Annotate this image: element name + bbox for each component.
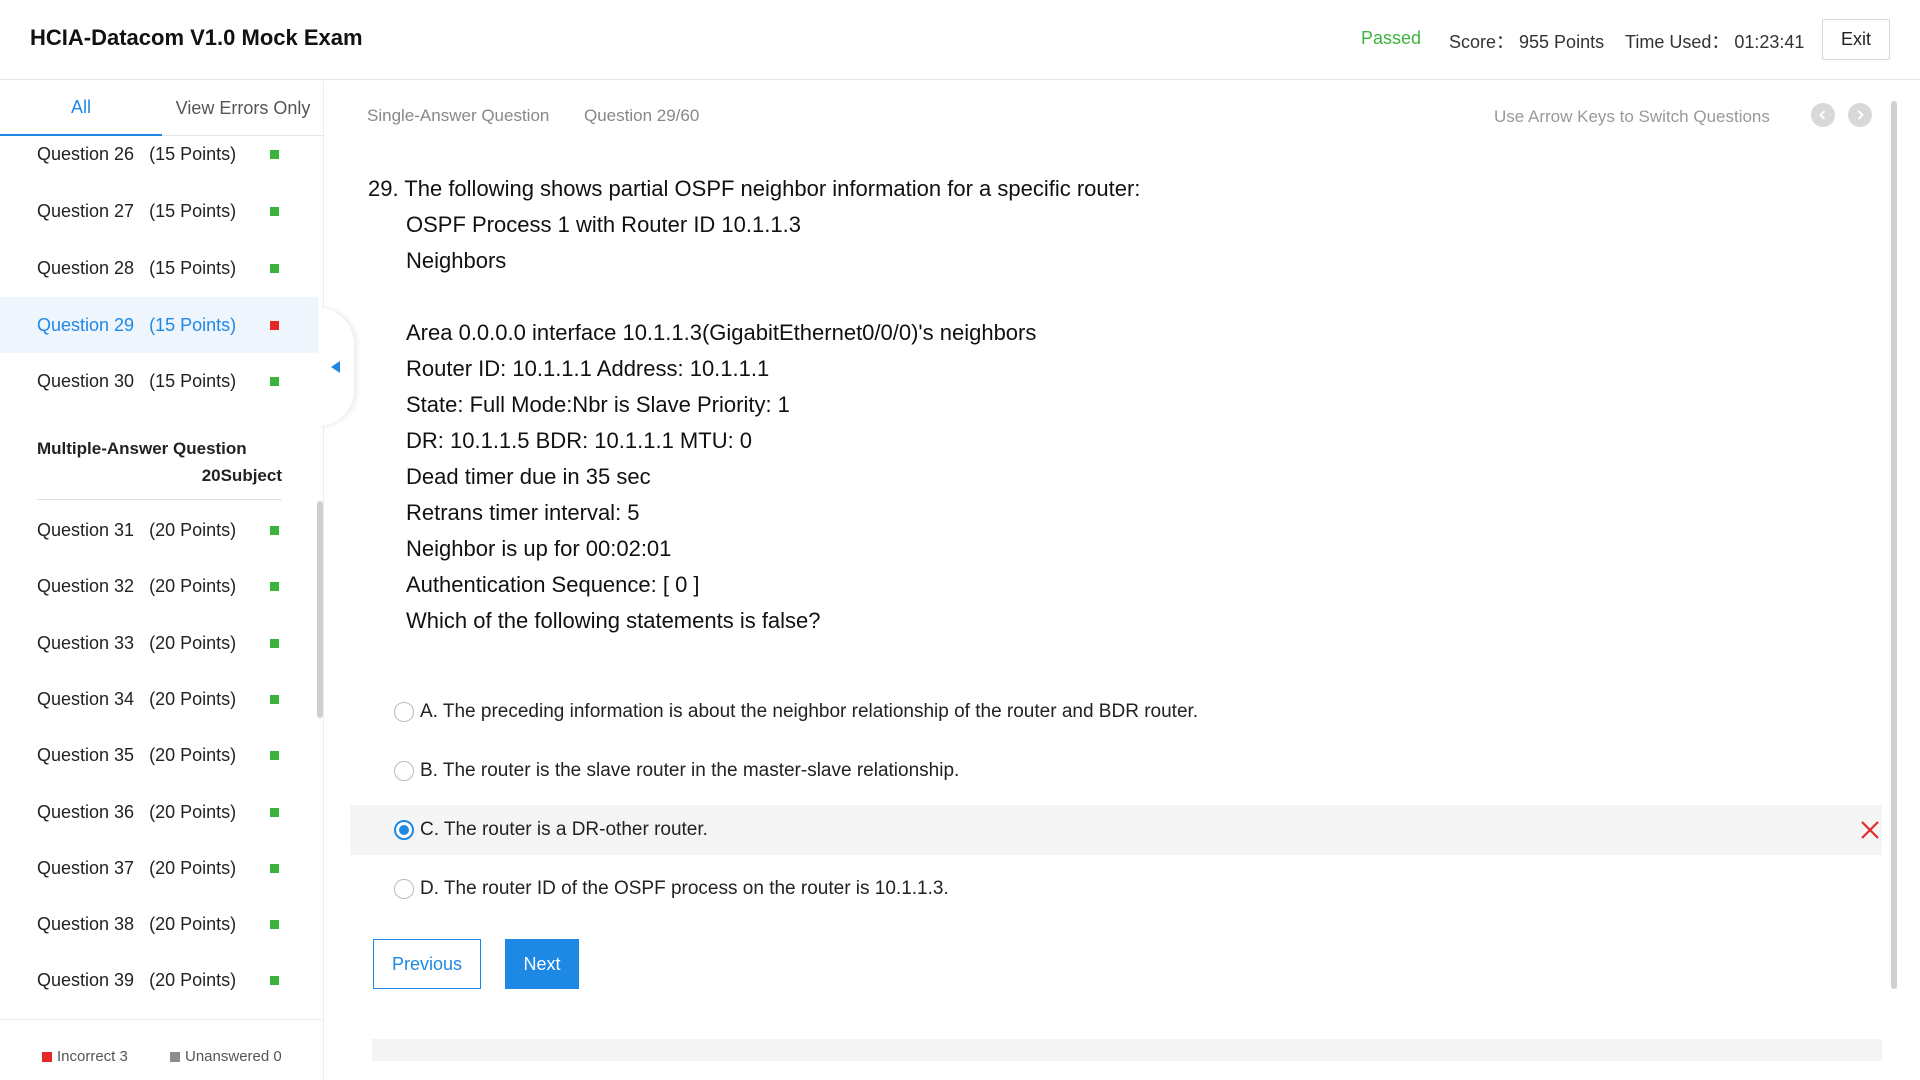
question-item-38[interactable]: Question 38 (20 Points)	[0, 896, 318, 952]
question-item-31[interactable]: Question 31 (20 Points)	[0, 502, 318, 558]
status-marker	[270, 807, 279, 817]
legend-incorrect: Incorrect 3	[42, 1048, 128, 1065]
question-item-35[interactable]: Question 35 (20 Points)	[0, 727, 318, 783]
radio-button[interactable]	[394, 879, 414, 899]
close-icon	[1861, 821, 1879, 839]
status-marker	[270, 750, 279, 760]
radio-button-checked[interactable]	[394, 820, 414, 840]
sidebar-scrollbar[interactable]	[317, 501, 323, 718]
header: HCIA-Datacom V1.0 Mock Exam Passed Score…	[0, 0, 1920, 80]
main-content: Single-Answer Question Question 29/60 Us…	[325, 81, 1920, 1080]
question-line: DR: 10.1.1.5 BDR: 10.1.1.1 MTU: 0	[406, 428, 753, 453]
question-item-label: Question 35 (20 Points)	[37, 744, 237, 765]
question-line: Router ID: 10.1.1.1 Address: 10.1.1.1	[406, 356, 770, 381]
question-item-33[interactable]: Question 33 (20 Points)	[0, 615, 318, 671]
option-text: D. The router ID of the OSPF process on …	[420, 878, 949, 899]
status-marker	[270, 206, 279, 216]
chevron-right-icon	[1857, 110, 1864, 120]
question-item-37[interactable]: Question 37 (20 Points)	[0, 840, 318, 896]
section-divider	[37, 499, 282, 500]
question-line: Area 0.0.0.0 interface 10.1.1.3(GigabitE…	[406, 320, 1037, 345]
question-item-label: Question 33 (20 Points)	[37, 632, 237, 653]
section-subtitle: 20Subject	[201, 466, 282, 485]
question-item-29[interactable]: Question 29 (15 Points)	[0, 297, 318, 353]
question-item-label: Question 28 (15 Points)	[37, 257, 237, 278]
unanswered-square-icon	[170, 1051, 180, 1062]
option-c[interactable]: C. The router is a DR-other router.	[350, 805, 1882, 855]
question-line: Retrans timer interval: 5	[406, 500, 640, 525]
question-item-label: Question 39 (20 Points)	[37, 969, 237, 990]
question-item-27[interactable]: Question 27 (15 Points)	[0, 183, 318, 239]
question-item-label: Question 26 (15 Points)	[37, 143, 237, 164]
question-line: State: Full Mode:Nbr is Slave Priority: …	[406, 392, 790, 417]
exit-button[interactable]: Exit	[1822, 19, 1890, 60]
question-line: Neighbor is up for 00:02:01	[406, 536, 672, 561]
question-prompt: Which of the following statements is fal…	[406, 608, 821, 633]
question-item-label: Question 37 (20 Points)	[37, 857, 237, 878]
app-title: HCIA-Datacom V1.0 Mock Exam	[30, 25, 363, 50]
question-type-label: Single-Answer Question	[367, 106, 550, 125]
score-display: Score： 955 Points	[1449, 32, 1605, 52]
option-text: A. The preceding information is about th…	[420, 701, 1199, 722]
next-question-nav-button[interactable]	[1848, 103, 1872, 127]
status-marker	[270, 320, 279, 330]
question-line: Dead timer due in 35 sec	[406, 464, 651, 489]
status-marker	[270, 863, 279, 873]
status-marker	[270, 525, 279, 535]
status-marker	[270, 263, 279, 273]
question-item-label: Question 31 (20 Points)	[37, 519, 237, 540]
arrow-keys-hint: Use Arrow Keys to Switch Questions	[1494, 107, 1770, 126]
question-line: OSPF Process 1 with Router ID 10.1.1.3	[406, 212, 801, 237]
legend-unanswered: Unanswered 0	[170, 1048, 282, 1065]
question-item-39[interactable]: Question 39 (20 Points)	[0, 952, 318, 1008]
question-sidebar: All View Errors Only Question 26 (15 Poi…	[0, 81, 324, 1080]
prev-question-button[interactable]	[1811, 103, 1835, 127]
status-marker	[270, 376, 279, 386]
question-item-label: Question 29 (15 Points)	[37, 314, 237, 335]
legend-incorrect-label: Incorrect 3	[57, 1048, 128, 1065]
incorrect-square-icon	[42, 1051, 52, 1062]
status-marker	[270, 694, 279, 704]
question-item-26[interactable]: Question 26 (15 Points)	[0, 126, 318, 182]
question-item-label: Question 30 (15 Points)	[37, 370, 237, 391]
status-marker	[270, 638, 279, 648]
chevron-left-icon	[1819, 110, 1826, 120]
question-item-28[interactable]: Question 28 (15 Points)	[0, 240, 318, 296]
status-marker	[270, 975, 279, 985]
option-a[interactable]: A. The preceding information is about th…	[350, 687, 1882, 737]
question-line: Neighbors	[406, 248, 507, 273]
status-marker	[270, 919, 279, 929]
option-d[interactable]: D. The router ID of the OSPF process on …	[350, 864, 1882, 914]
question-item-label: Question 32 (20 Points)	[37, 575, 237, 596]
radio-button[interactable]	[394, 702, 414, 722]
question-item-30[interactable]: Question 30 (15 Points)	[0, 353, 318, 409]
section-title-text: Multiple-Answer Question	[37, 439, 247, 458]
question-item-label: Question 34 (20 Points)	[37, 688, 237, 709]
radio-button[interactable]	[394, 761, 414, 781]
next-button[interactable]: Next	[505, 939, 579, 989]
question-counter: Question 29/60	[584, 106, 700, 125]
main-scrollbar[interactable]	[1891, 101, 1897, 989]
option-text: C. The router is a DR-other router.	[420, 819, 708, 840]
option-text: B. The router is the slave router in the…	[420, 760, 960, 781]
status-marker	[270, 149, 279, 159]
status-badge: Passed	[1361, 28, 1422, 48]
question-item-34[interactable]: Question 34 (20 Points)	[0, 671, 318, 727]
option-b[interactable]: B. The router is the slave router in the…	[350, 746, 1882, 796]
previous-button[interactable]: Previous	[373, 939, 481, 989]
question-item-32[interactable]: Question 32 (20 Points)	[0, 558, 318, 614]
question-line: Authentication Sequence: [ 0 ]	[406, 572, 700, 597]
question-item-36[interactable]: Question 36 (20 Points)	[0, 784, 318, 840]
status-marker	[270, 581, 279, 591]
question-item-label: Question 38 (20 Points)	[37, 913, 237, 934]
time-used-display: Time Used： 01:23:41	[1625, 32, 1805, 52]
legend: Incorrect 3 Unanswered 0	[0, 1019, 324, 1080]
section-title: Multiple-Answer Question 20Subject	[37, 435, 282, 489]
legend-unanswered-label: Unanswered 0	[185, 1048, 282, 1065]
question-stem: 29. The following shows partial OSPF nei…	[368, 176, 1141, 201]
question-item-label: Question 27 (15 Points)	[37, 200, 237, 221]
answer-analysis-bar	[372, 1039, 1882, 1061]
question-item-label: Question 36 (20 Points)	[37, 801, 237, 822]
